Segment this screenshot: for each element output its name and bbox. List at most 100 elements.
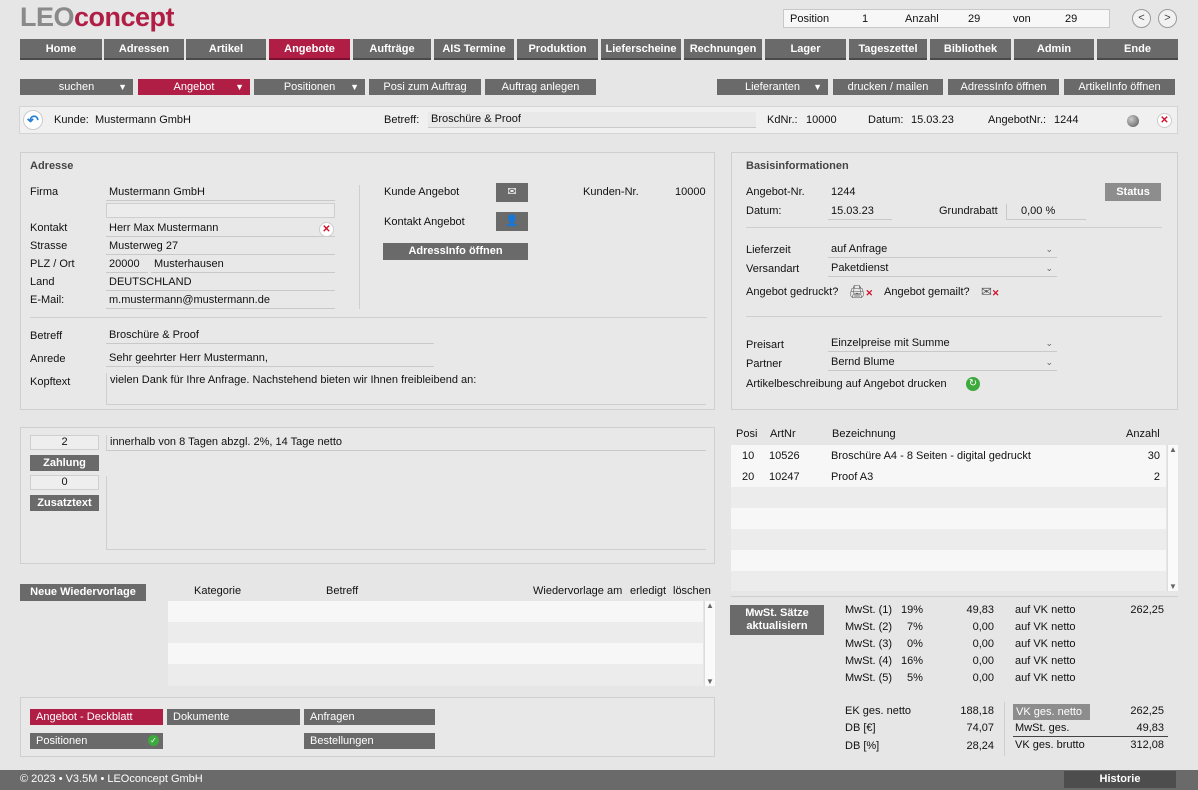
grundrabatt-field[interactable]: 0,00 %: [1006, 204, 1086, 220]
back-arrow-icon[interactable]: ↶: [23, 110, 43, 130]
nav-adressen[interactable]: Adressen: [104, 39, 184, 60]
previous-record-button[interactable]: <: [1132, 9, 1151, 28]
tab-angebot-deckblatt[interactable]: Angebot - Deckblatt: [30, 709, 163, 725]
nav-home[interactable]: Home: [20, 39, 102, 60]
scroll-down-icon[interactable]: ▼: [1169, 582, 1177, 591]
vk-netto-label: VK ges. netto: [1013, 704, 1090, 720]
nav-ais-termine[interactable]: AIS Termine: [434, 39, 514, 60]
table-row: MwSt. (2) 7% 0,00 auf VK netto: [845, 621, 1076, 633]
mwst-table: MwSt. (1) 19% 49,83 auf VK netto 262,25 …: [845, 604, 1175, 689]
von-value: 29: [1065, 13, 1078, 25]
caret-down-icon: ▼: [350, 82, 359, 92]
divider: [1004, 702, 1005, 756]
tab-positionen[interactable]: Positionen ✓: [30, 733, 163, 749]
nav-admin[interactable]: Admin: [1014, 39, 1094, 60]
refresh-toggle-icon[interactable]: ↻: [966, 377, 980, 391]
partner-select[interactable]: Bernd Blume ⌄: [828, 355, 1057, 371]
table-row[interactable]: 20 10247 Proof A3 2: [731, 466, 1166, 487]
firma-field[interactable]: Mustermann GmbH: [106, 185, 335, 201]
zahlung-button[interactable]: Zahlung: [30, 455, 99, 471]
strasse-field[interactable]: Musterweg 27: [106, 239, 335, 255]
positions-scrollbar[interactable]: ▲ ▼: [1167, 445, 1178, 591]
betreff-input[interactable]: Broschüre & Proof: [106, 328, 434, 344]
lieferanten-dropdown[interactable]: Lieferanten ▼: [717, 79, 828, 95]
nav-produktion[interactable]: Produktion: [517, 39, 598, 60]
preisart-select[interactable]: Einzelpreise mit Summe ⌄: [828, 336, 1057, 352]
table-row: [731, 529, 1166, 550]
auftrag-anlegen-button[interactable]: Auftrag anlegen: [485, 79, 596, 95]
ort-field[interactable]: Musterhausen: [151, 257, 335, 273]
tab-anfragen[interactable]: Anfragen: [304, 709, 435, 725]
kopftext-label: Kopftext: [30, 376, 71, 388]
betreff-field[interactable]: Broschüre & Proof: [428, 112, 756, 128]
next-record-button[interactable]: >: [1158, 9, 1177, 28]
nav-rechnungen[interactable]: Rechnungen: [684, 39, 762, 60]
wiedervorlage-scrollbar[interactable]: ▲ ▼: [704, 601, 715, 686]
positionen-dropdown[interactable]: Positionen ▼: [254, 79, 365, 95]
anrede-input[interactable]: Sehr geehrter Herr Mustermann,: [106, 351, 434, 367]
tab-bestellungen[interactable]: Bestellungen: [304, 733, 435, 749]
table-row: [731, 487, 1166, 508]
scroll-up-icon[interactable]: ▲: [706, 601, 714, 610]
kunden-nr-value: 10000: [675, 186, 706, 198]
artikelinfo-oeffnen-button[interactable]: ArtikelInfo öffnen: [1064, 79, 1175, 95]
scroll-up-icon[interactable]: ▲: [1169, 445, 1177, 454]
posi-zum-auftrag-button[interactable]: Posi zum Auftrag: [369, 79, 481, 95]
angebotnr-value: 1244: [1054, 114, 1079, 126]
nav-tageszettel[interactable]: Tageszettel: [849, 39, 927, 60]
col-posi-header: Posi: [736, 428, 758, 440]
historie-button[interactable]: Historie: [1064, 771, 1176, 788]
nav-bibliothek[interactable]: Bibliothek: [930, 39, 1011, 60]
drucken-mailen-button[interactable]: drucken / mailen: [833, 79, 943, 95]
kopftext-textarea[interactable]: vielen Dank für Ihre Anfrage. Nachstehen…: [106, 373, 706, 405]
adressinfo-oeffnen-panel-button[interactable]: AdressInfo öffnen: [383, 243, 528, 260]
nav-lieferscheine[interactable]: Lieferscheine: [601, 39, 681, 60]
zahlung-number-field[interactable]: 2: [30, 435, 99, 450]
close-icon[interactable]: ✕: [1157, 113, 1172, 128]
mwst-aktualisieren-button[interactable]: MwSt. Sätze aktualisiern: [730, 605, 824, 635]
zusatztext-button[interactable]: Zusatztext: [30, 495, 99, 511]
plz-field[interactable]: 20000: [106, 257, 148, 273]
preisart-label: Preisart: [746, 339, 784, 351]
scroll-down-icon[interactable]: ▼: [706, 677, 714, 686]
anzahl-value: 29: [968, 13, 981, 25]
col-kategorie-header: Kategorie: [194, 585, 242, 597]
kdnr-value: 10000: [806, 114, 837, 126]
mail-icon[interactable]: ✉✕: [981, 284, 999, 300]
kontakt-field[interactable]: Herr Max Mustermann: [106, 221, 335, 237]
firma2-field[interactable]: [106, 203, 335, 218]
zahlung-text-field[interactable]: innerhalb von 8 Tagen abzgl. 2%, 14 Tage…: [106, 435, 706, 451]
versandart-select[interactable]: Paketdienst ⌄: [828, 261, 1057, 277]
table-row[interactable]: 10 10526 Broschüre A4 - 8 Seiten - digit…: [731, 445, 1166, 466]
email-field[interactable]: m.mustermann@mustermann.de: [106, 293, 335, 309]
betreff-label: Betreff: [30, 330, 63, 342]
firma-label: Firma: [30, 186, 59, 198]
land-field[interactable]: DEUTSCHLAND: [106, 275, 335, 291]
tab-dokumente[interactable]: Dokumente: [167, 709, 300, 725]
adressinfo-oeffnen-button[interactable]: AdressInfo öffnen: [948, 79, 1059, 95]
clear-kontakt-icon[interactable]: ✕: [319, 222, 334, 237]
db-eur-value: 74,07: [966, 722, 994, 734]
nav-lager[interactable]: Lager: [765, 39, 846, 60]
zusatz-number-field[interactable]: 0: [30, 475, 99, 490]
datum-value: 15.03.23: [911, 114, 954, 126]
kontakt-person-icon[interactable]: 👤: [496, 212, 528, 231]
datum-field[interactable]: 15.03.23: [828, 204, 892, 220]
printer-icon[interactable]: 🖨✕: [849, 284, 873, 300]
list-item: [168, 664, 703, 686]
status-button[interactable]: Status: [1105, 183, 1161, 201]
gedruckt-label: Angebot gedruckt?: [746, 286, 839, 298]
zusatztext-textarea[interactable]: [106, 476, 706, 550]
suchen-dropdown[interactable]: suchen ▼: [20, 79, 133, 95]
gemailt-label: Angebot gemailt?: [884, 286, 970, 298]
positions-table: Posi ArtNr Bezeichnung Anzahl 10 10526 B…: [731, 427, 1178, 592]
neue-wiedervorlage-button[interactable]: Neue Wiedervorlage: [20, 584, 146, 601]
nav-angebote[interactable]: Angebote: [269, 39, 350, 60]
angebot-dropdown[interactable]: Angebot ▼: [138, 79, 250, 95]
nav-ende[interactable]: Ende: [1097, 39, 1178, 60]
kunde-angebot-envelope-icon[interactable]: ✉: [496, 183, 528, 202]
lieferzeit-select[interactable]: auf Anfrage ⌄: [828, 242, 1057, 258]
nav-artikel[interactable]: Artikel: [186, 39, 266, 60]
nav-auftraege[interactable]: Aufträge: [353, 39, 431, 60]
chevron-left-icon: <: [1138, 12, 1145, 24]
